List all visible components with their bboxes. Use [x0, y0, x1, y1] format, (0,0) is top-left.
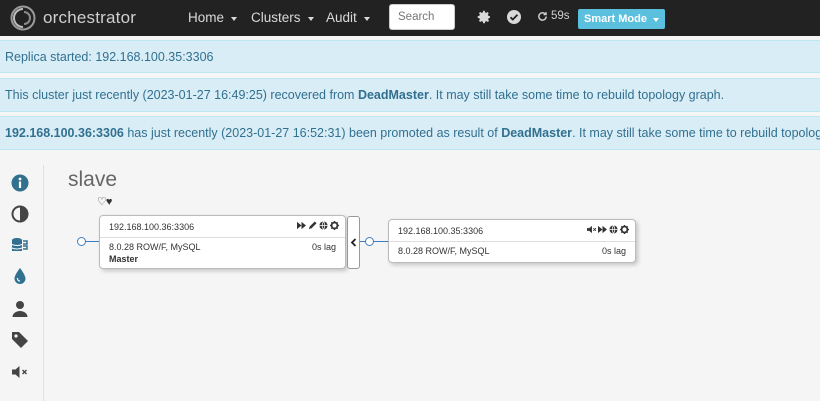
brand[interactable]: orchestrator [10, 5, 136, 31]
favorite-hearts-icon[interactable]: ♡♥ [97, 195, 112, 208]
instance-host: 192.168.100.35:3306 [398, 225, 484, 236]
nav-audit-label: Audit [326, 10, 357, 25]
nav-clusters-label: Clusters [251, 10, 301, 25]
check-circle-icon[interactable] [506, 9, 522, 25]
alert-text-part: This cluster just recently (2023-01-27 1… [5, 88, 358, 102]
user-icon[interactable] [11, 300, 29, 318]
fast-forward-icon[interactable] [297, 221, 306, 230]
instance-version: 8.0.28 ROW/F, MySQL [398, 246, 490, 256]
instance-body: 8.0.28 ROW/F, MySQL 0s lag [389, 242, 635, 256]
instance-header: 192.168.100.35:3306 [389, 220, 635, 242]
alert-text: Replica started: 192.168.100.35:3306 [5, 49, 214, 64]
collapse-replicas-button[interactable] [347, 216, 360, 269]
alert-instance-promoted: 192.168.100.36:3306 has just recently (2… [0, 116, 820, 150]
refresh-timer[interactable]: 59s [537, 10, 570, 22]
cluster-alias-title: slave [68, 168, 118, 191]
instance-role: Master [109, 254, 139, 264]
droplet-icon[interactable] [11, 267, 29, 285]
pencil-icon[interactable] [308, 221, 317, 230]
timer-value: 59s [551, 10, 570, 22]
instance-version: 8.0.28 ROW/F, MySQL [109, 242, 201, 252]
tag-icon[interactable] [11, 331, 29, 349]
instance-lag: 0s lag [601, 246, 626, 256]
instance-actions [587, 225, 629, 234]
brand-name: orchestrator [43, 8, 137, 27]
chevron-down-icon [363, 16, 370, 21]
alert-text-part: . It may still take some time to rebuild… [428, 88, 725, 102]
nav-audit-menu[interactable]: Audit [326, 10, 370, 25]
instance-lag: 0s lag [311, 242, 336, 252]
chevron-left-icon [350, 238, 357, 247]
refresh-icon [538, 11, 547, 21]
instance-box-replica[interactable]: 192.168.100.35:3306 8.0.28 ROW/F, MySQL … [388, 219, 636, 263]
chevron-down-icon [307, 16, 314, 21]
gear-icon[interactable] [330, 221, 339, 230]
cluster-sidebar [0, 165, 44, 401]
instance-body: 8.0.28 ROW/F, MySQL 0s lag Master [100, 238, 345, 264]
mute-icon[interactable] [587, 225, 596, 234]
instance-actions [297, 221, 339, 230]
alert-text-part: . It may still take some time to rebuild… [572, 126, 820, 140]
top-navbar: orchestrator Home Clusters Audit 59s Sma… [0, 0, 820, 36]
contrast-icon[interactable] [11, 205, 29, 223]
mute-icon[interactable] [11, 363, 29, 381]
fast-forward-icon[interactable] [598, 225, 607, 234]
info-icon[interactable] [11, 174, 29, 192]
topology-node-dot[interactable] [77, 237, 86, 246]
alert-instance-host: 192.168.100.36:3306 [5, 126, 124, 140]
topology-node-dot[interactable] [365, 237, 374, 246]
nav-clusters-menu[interactable]: Clusters [251, 10, 314, 25]
globe-icon[interactable] [319, 221, 328, 230]
alert-text-part: has just recently (2023-01-27 16:52:31) … [123, 126, 502, 140]
topology-connector [374, 241, 388, 242]
nav-home-label: Home [188, 10, 225, 25]
gear-icon[interactable] [476, 9, 492, 25]
topology-connector [86, 241, 99, 242]
nav-home-menu[interactable]: Home [188, 10, 238, 25]
orchestrator-logo-icon [10, 5, 36, 31]
smart-mode-label: Smart Mode [584, 13, 647, 25]
globe-icon[interactable] [609, 225, 618, 234]
alert-text: This cluster just recently (2023-01-27 1… [5, 88, 724, 102]
instance-host: 192.168.100.36:3306 [109, 221, 195, 232]
gear-icon[interactable] [620, 225, 629, 234]
database-icon[interactable] [11, 236, 29, 254]
chevron-down-icon [231, 16, 238, 21]
smart-mode-button[interactable]: Smart Mode [578, 9, 665, 29]
alert-cluster-recovered: This cluster just recently (2023-01-27 1… [0, 78, 820, 112]
search-input[interactable] [389, 4, 455, 30]
alert-text: 192.168.100.36:3306 has just recently (2… [5, 126, 820, 140]
alert-analysis-code: DeadMaster [357, 88, 429, 102]
instance-box-master[interactable]: 192.168.100.36:3306 8.0.28 ROW/F, MySQL … [99, 215, 346, 269]
alert-analysis-code: DeadMaster [501, 126, 573, 140]
chevron-down-icon [652, 18, 659, 22]
alert-replica-started: Replica started: 192.168.100.35:3306 [0, 40, 820, 73]
instance-header: 192.168.100.36:3306 [100, 216, 345, 238]
